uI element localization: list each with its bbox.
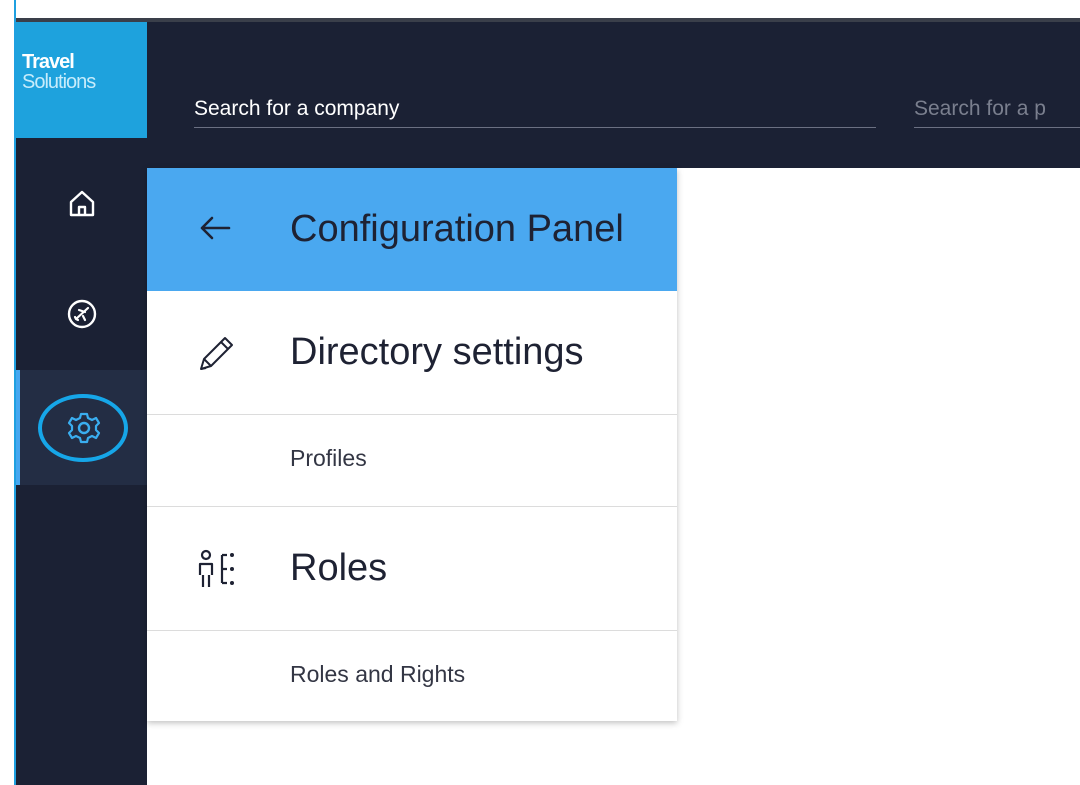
roles-section: Roles: [147, 507, 677, 631]
sidebar-item-travel[interactable]: [16, 258, 147, 370]
profiles-link-label: Profiles: [290, 445, 367, 471]
panel-title: Configuration Panel: [290, 208, 624, 250]
sidebar-item-home[interactable]: [16, 148, 147, 258]
directory-settings-title: Directory settings: [290, 331, 584, 373]
company-search-input[interactable]: Search for a company: [194, 90, 876, 128]
roles-title: Roles: [290, 547, 388, 589]
directory-settings-section: Directory settings: [147, 291, 677, 415]
back-arrow-icon[interactable]: [197, 212, 233, 244]
plane-icon: [67, 299, 96, 329]
logo-line-2: Solutions: [22, 71, 96, 93]
pencil-icon: [200, 337, 233, 370]
second-search-input[interactable]: Search for a p: [914, 90, 1080, 128]
logo-line-1: Travel: [22, 51, 75, 73]
configuration-panel: Configuration Panel Directory settings P…: [147, 168, 677, 721]
home-icon: [69, 190, 94, 217]
app-window: Travel Solutions Search for a company Se…: [0, 0, 1080, 785]
roles-and-rights-link[interactable]: Roles and Rights: [147, 631, 677, 721]
settings-highlight-circle: [38, 394, 128, 462]
profiles-link[interactable]: Profiles: [147, 415, 677, 507]
roles-and-rights-link-label: Roles and Rights: [290, 661, 466, 687]
travel-solutions-logo[interactable]: Travel Solutions: [16, 22, 147, 138]
roles-hierarchy-icon: [198, 549, 234, 587]
panel-header: Configuration Panel: [147, 168, 677, 291]
